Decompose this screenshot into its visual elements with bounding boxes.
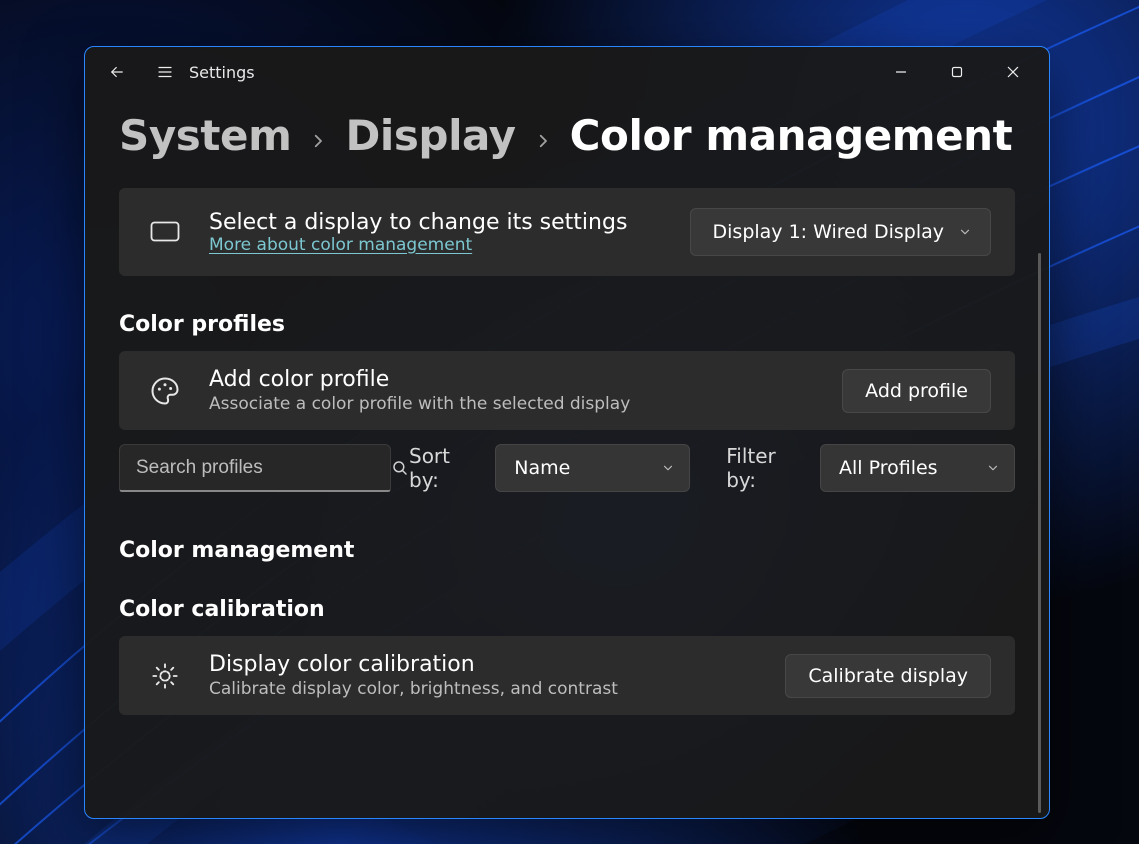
- section-heading-color-management: Color management: [119, 538, 1015, 563]
- breadcrumb-system[interactable]: System: [119, 111, 291, 160]
- learn-more-link[interactable]: More about color management: [209, 235, 472, 255]
- filter-by-value: All Profiles: [839, 457, 958, 479]
- search-icon: [391, 459, 409, 477]
- section-heading-color-calibration: Color calibration: [119, 597, 1015, 622]
- calibrate-display-button[interactable]: Calibrate display: [785, 654, 991, 698]
- sort-by-value: Name: [514, 457, 633, 479]
- minimize-button[interactable]: [873, 50, 929, 94]
- maximize-button[interactable]: [929, 50, 985, 94]
- close-button[interactable]: [985, 50, 1041, 94]
- display-calibration-card: Display color calibration Calibrate disp…: [119, 636, 1015, 715]
- display-selector-card: Select a display to change its settings …: [119, 188, 1015, 276]
- search-input[interactable]: [136, 457, 381, 479]
- chevron-down-icon: [958, 225, 972, 239]
- palette-icon: [143, 376, 187, 406]
- scrollbar[interactable]: [1038, 253, 1041, 813]
- back-button[interactable]: [93, 52, 141, 92]
- add-profile-sub: Associate a color profile with the selec…: [209, 394, 820, 414]
- hamburger-menu-button[interactable]: [141, 52, 189, 92]
- filter-by-dropdown[interactable]: All Profiles: [820, 444, 1015, 492]
- chevron-down-icon: [986, 461, 1000, 475]
- breadcrumb-current: Color management: [570, 111, 1013, 160]
- add-profile-heading: Add color profile: [209, 367, 820, 392]
- sort-by-dropdown[interactable]: Name: [495, 444, 690, 492]
- search-profiles[interactable]: [119, 444, 391, 492]
- add-profile-button-label: Add profile: [865, 380, 968, 402]
- brightness-icon: [143, 662, 187, 690]
- section-heading-color-profiles: Color profiles: [119, 312, 1015, 337]
- filter-by-label: Filter by:: [726, 444, 802, 492]
- breadcrumb: System Display Color management: [119, 111, 1015, 160]
- calibrate-display-button-label: Calibrate display: [808, 665, 968, 687]
- display-icon: [143, 221, 187, 243]
- breadcrumb-display[interactable]: Display: [345, 111, 515, 160]
- add-profile-button[interactable]: Add profile: [842, 369, 991, 413]
- chevron-down-icon: [661, 461, 675, 475]
- profiles-toolbar: Sort by: Name Filter by: All Profiles: [119, 444, 1015, 492]
- display-selector-heading: Select a display to change its settings: [209, 210, 668, 235]
- display-dropdown[interactable]: Display 1: Wired Display: [690, 208, 991, 256]
- settings-window: Settings System Display Color management: [84, 46, 1050, 819]
- titlebar: Settings: [85, 47, 1049, 97]
- window-title: Settings: [189, 63, 255, 82]
- display-dropdown-value: Display 1: Wired Display: [713, 221, 944, 243]
- calibration-heading: Display color calibration: [209, 652, 763, 677]
- add-color-profile-card: Add color profile Associate a color prof…: [119, 351, 1015, 430]
- content-area: System Display Color management Select a…: [85, 97, 1049, 818]
- chevron-right-icon: [309, 132, 327, 150]
- chevron-right-icon: [534, 132, 552, 150]
- sort-by-label: Sort by:: [409, 444, 477, 492]
- calibration-sub: Calibrate display color, brightness, and…: [209, 679, 763, 699]
